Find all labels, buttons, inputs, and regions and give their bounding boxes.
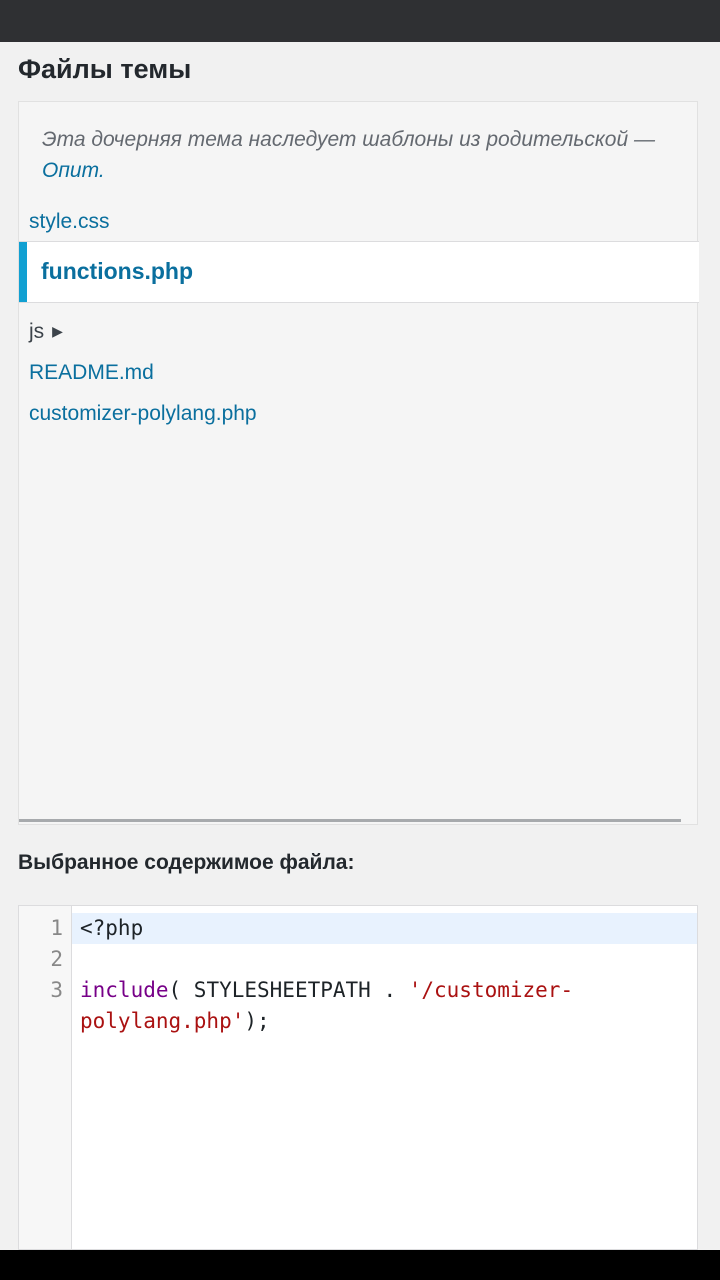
line-number: 2 (50, 947, 63, 971)
code-lines[interactable]: <?php include( STYLESHEETPATH . '/custom… (80, 913, 680, 1037)
admin-top-bar (0, 0, 720, 42)
system-navigation-bar (0, 1250, 720, 1280)
triangle-right-icon: ▶ (52, 323, 63, 339)
line-number-gutter: 1 2 3 (19, 906, 72, 1249)
file-link-functions-php-active[interactable]: functions.php (19, 241, 699, 303)
file-link-readme[interactable]: README.md (29, 360, 154, 386)
inheritance-note: Эта дочерняя тема наследует шаблоны из р… (42, 124, 692, 186)
line-number: 1 (50, 916, 63, 940)
active-file-marker (19, 242, 27, 302)
file-link-style-css[interactable]: style.css (29, 209, 110, 235)
page-title: Файлы темы (18, 54, 192, 84)
line-number: 3 (50, 978, 63, 1002)
file-link-customizer-polylang[interactable]: customizer-polylang.php (29, 401, 257, 427)
code-editor[interactable]: 1 2 3 <?php include( STYLESHEETPATH . '/… (18, 905, 698, 1250)
theme-files-panel: Эта дочерняя тема наследует шаблоны из р… (18, 101, 699, 825)
keyword-include: include (80, 978, 169, 1002)
string-path-a: '/customizer- (408, 978, 574, 1002)
parent-theme-link[interactable]: Опит. (42, 159, 105, 182)
inheritance-text: Эта дочерняя тема наследует шаблоны из р… (42, 128, 655, 151)
selected-content-label: Выбранное содержимое файла: (18, 851, 355, 874)
code-line-1: <?php (80, 916, 144, 940)
folder-js-label: js (29, 320, 45, 343)
code-end: ); (244, 1009, 270, 1033)
code-line-3-wrap: polylang.php'); (80, 1006, 680, 1037)
horizontal-scrollbar[interactable] (19, 819, 681, 822)
code-args: ( STYLESHEETPATH . (168, 978, 409, 1002)
active-file-label: functions.php (41, 258, 194, 284)
code-line-3: include( STYLESHEETPATH . '/customizer- (80, 975, 680, 1006)
string-path-b: polylang.php' (80, 1009, 245, 1033)
folder-js[interactable]: js ▶ (29, 320, 63, 344)
